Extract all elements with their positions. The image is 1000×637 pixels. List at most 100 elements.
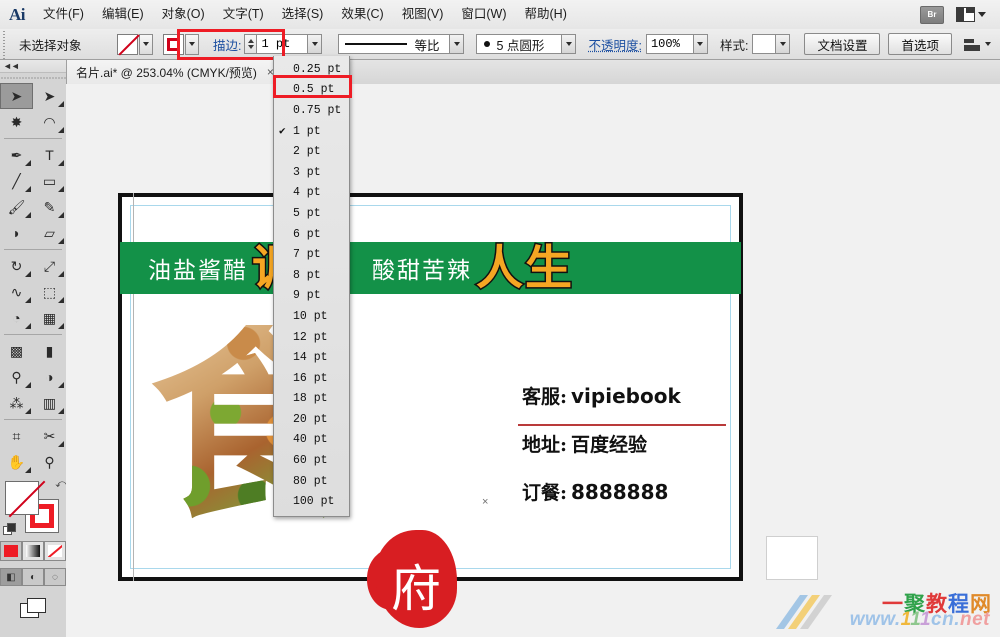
gradient-mode-button[interactable] (22, 541, 44, 561)
none-mode-button[interactable] (44, 541, 66, 561)
draw-behind-mode-button[interactable]: ◐ (22, 568, 44, 586)
stroke-weight-option[interactable]: ✔ 1 pt (274, 121, 349, 142)
stepper-up-icon[interactable] (247, 39, 254, 43)
stroke-weight-option[interactable]: 12 pt (274, 327, 349, 348)
symbol-sprayer-tool[interactable]: ⁂ (0, 390, 33, 416)
stroke-weight-input[interactable]: 1 pt (256, 34, 309, 54)
blob-brush-tool[interactable]: ◗ (0, 220, 33, 246)
brush-definition-display[interactable]: 5 点圆形 (476, 34, 563, 54)
zoom-tool[interactable]: ⚲ (33, 449, 66, 475)
stroke-weight-option[interactable]: 8 pt (274, 265, 349, 286)
stroke-weight-option[interactable]: 7 pt (274, 244, 349, 265)
menu-object[interactable]: 对象(O) (153, 0, 214, 29)
stroke-weight-dropdown[interactable]: 0.25 pt 0.5 pt 0.75 pt ✔ 1 pt 2 pt 3 pt 4 pt 5 p… (273, 56, 350, 518)
rotate-tool[interactable]: ↻ (0, 253, 33, 279)
stroke-weight-option[interactable]: 5 pt (274, 203, 349, 224)
stroke-profile-group[interactable]: 等比 (338, 34, 465, 54)
slice-tool[interactable]: ✂ (33, 423, 66, 449)
type-tool[interactable]: T (33, 142, 66, 168)
menu-file[interactable]: 文件(F) (34, 0, 93, 29)
menu-select[interactable]: 选择(S) (273, 0, 333, 29)
contact-info-block[interactable]: 客服: vipiebook 地址: 百度经验 订餐: 8888888 (518, 382, 726, 526)
mesh-tool[interactable]: ▩ (0, 338, 33, 364)
scale-tool[interactable]: ⤢ (33, 253, 66, 279)
change-screen-mode-button[interactable] (0, 598, 66, 618)
stroke-weight-option[interactable]: 2 pt (274, 141, 349, 162)
stroke-weight-option[interactable]: 10 pt (274, 306, 349, 327)
stroke-profile-dropdown-arrow[interactable] (450, 34, 465, 54)
tools-panel-header[interactable]: ◄◄ (0, 60, 66, 73)
direct-selection-tool[interactable]: ➤ (33, 83, 66, 109)
document-canvas[interactable]: 油盐酱醋 调味 酸甜苦辣 人生 食 府 客服:vipiebook地址:百度经验订… (66, 84, 1000, 637)
stroke-weight-option[interactable]: 20 pt (274, 409, 349, 430)
menu-help[interactable]: 帮助(H) (516, 0, 576, 29)
artboard-tool[interactable]: ⌗ (0, 423, 33, 449)
pencil-tool[interactable]: ✎ (33, 194, 66, 220)
menu-type[interactable]: 文字(T) (214, 0, 273, 29)
paintbrush-tool[interactable]: 🖌 (0, 194, 33, 220)
stroke-weight-option[interactable]: 40 pt (274, 430, 349, 451)
style-dropdown-arrow[interactable] (776, 34, 791, 54)
stroke-weight-option[interactable]: 4 pt (274, 183, 349, 204)
stroke-weight-option[interactable]: 60 pt (274, 450, 349, 471)
eraser-tool[interactable]: ▱ (33, 220, 66, 246)
brush-definition-dropdown-arrow[interactable] (562, 34, 577, 54)
perspective-grid-tool[interactable]: ▦ (33, 305, 66, 331)
stroke-weight-option[interactable]: 80 pt (274, 471, 349, 492)
magic-wand-tool[interactable]: ✸ (0, 109, 33, 135)
contact-row[interactable]: 订餐: 8888888 (522, 478, 712, 505)
stroke-red-swatch[interactable] (163, 33, 184, 55)
stroke-weight-dropdown-arrow[interactable] (308, 34, 323, 54)
tools-panel-grip[interactable] (0, 73, 66, 83)
opacity-label[interactable]: 不透明度: (588, 35, 641, 54)
style-group[interactable]: 样式: (720, 34, 791, 54)
fill-swatch-group[interactable] (117, 33, 153, 55)
red-seal-logo[interactable]: 府 (367, 530, 457, 628)
opacity-dropdown-arrow[interactable] (693, 34, 708, 54)
gradient-tool[interactable]: ▮ (33, 338, 66, 364)
stroke-weight-option[interactable]: 0.5 pt (274, 80, 349, 101)
stroke-weight-group[interactable]: 描边: 1 pt (213, 34, 323, 54)
shape-builder-tool[interactable]: ◔ (0, 305, 33, 331)
stroke-dropdown-arrow[interactable] (185, 33, 199, 55)
fill-color-swatch[interactable] (5, 481, 39, 515)
stroke-weight-option[interactable]: 3 pt (274, 162, 349, 183)
collapse-panel-icon[interactable]: ◄◄ (3, 61, 20, 71)
hand-tool[interactable]: ✋ (0, 449, 33, 475)
stroke-weight-option[interactable]: 16 pt (274, 368, 349, 389)
stroke-swatch-group[interactable] (163, 33, 199, 55)
menu-edit[interactable]: 编辑(E) (93, 0, 153, 29)
opacity-group[interactable]: 不透明度: 100% (588, 34, 708, 54)
stroke-weight-option[interactable]: 14 pt (274, 347, 349, 368)
color-mode-button[interactable] (0, 541, 22, 561)
business-card-artboard[interactable]: 油盐酱醋 调味 酸甜苦辣 人生 食 府 客服:vipiebook地址:百度经验订… (118, 193, 743, 628)
stroke-profile-display[interactable]: 等比 (338, 34, 451, 54)
default-fill-stroke-icon[interactable] (3, 523, 16, 535)
fill-stroke-widget[interactable]: ⤺ (3, 478, 67, 535)
arrange-documents-button[interactable] (956, 7, 986, 22)
brush-definition-group[interactable]: 5 点圆形 (476, 34, 577, 54)
lasso-tool[interactable]: ◠ (33, 109, 66, 135)
style-swatch[interactable] (752, 34, 777, 54)
draw-normal-mode-button[interactable]: ◧ (0, 568, 22, 586)
free-transform-tool[interactable]: ⬚ (33, 279, 66, 305)
align-panel-button[interactable] (963, 37, 991, 51)
menu-window[interactable]: 窗口(W) (452, 0, 515, 29)
stroke-weight-option[interactable]: 0.75 pt (274, 100, 349, 121)
line-segment-tool[interactable]: ╱ (0, 168, 33, 194)
menu-effect[interactable]: 效果(C) (332, 0, 392, 29)
bridge-button[interactable]: Br (920, 5, 944, 24)
preferences-button[interactable]: 首选项 (888, 33, 952, 55)
document-tab[interactable]: 名片.ai* @ 253.04% (CMYK/预览) × (66, 60, 285, 84)
stroke-weight-option[interactable]: 18 pt (274, 389, 349, 410)
stroke-weight-option[interactable]: 9 pt (274, 286, 349, 307)
width-tool[interactable]: ∿ (0, 279, 33, 305)
fill-dropdown-arrow[interactable] (139, 33, 153, 55)
selection-tool[interactable]: ➤ (0, 83, 33, 109)
document-setup-button[interactable]: 文档设置 (804, 33, 881, 55)
stepper-down-icon[interactable] (247, 45, 254, 49)
column-graph-tool[interactable]: ▥ (33, 390, 66, 416)
opacity-input[interactable]: 100% (645, 34, 694, 54)
contact-row[interactable]: 地址: 百度经验 (522, 430, 712, 457)
rectangle-tool[interactable]: ▭ (33, 168, 66, 194)
